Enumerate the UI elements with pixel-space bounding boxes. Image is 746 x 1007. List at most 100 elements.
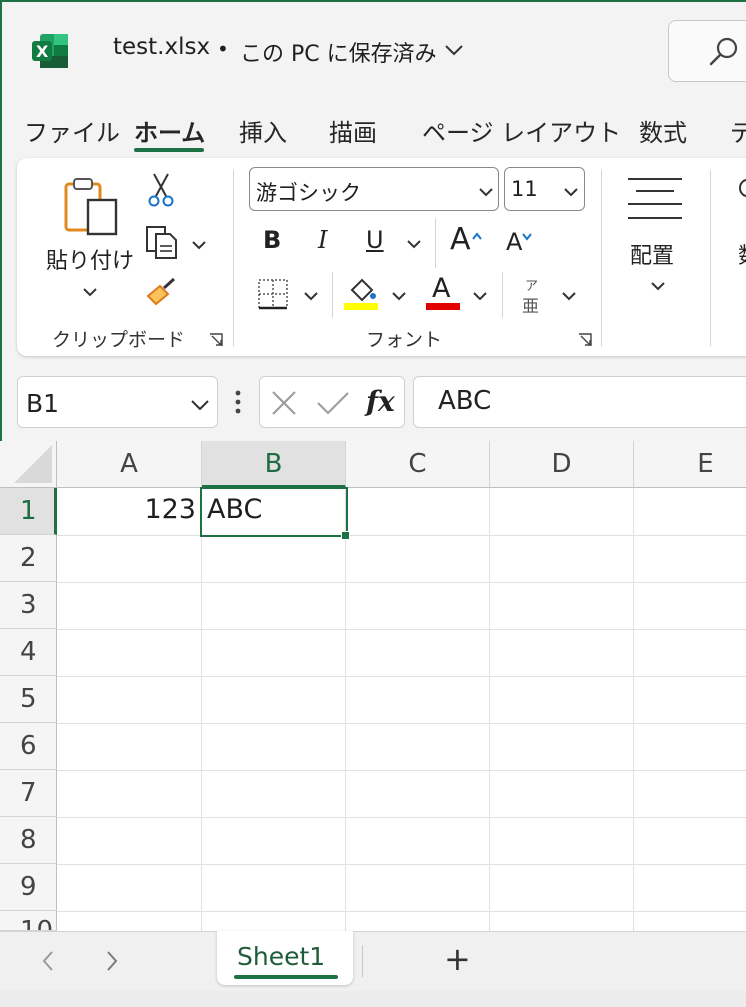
column-header-d[interactable]: D: [490, 441, 634, 488]
font-separator: [502, 272, 503, 318]
gridline: [57, 629, 746, 630]
column-header-c[interactable]: C: [346, 441, 490, 488]
row-header-9[interactable]: 9: [0, 864, 57, 911]
next-group-partial[interactable]: 数: [738, 238, 746, 270]
file-name[interactable]: test.xlsx: [113, 34, 210, 60]
save-location[interactable]: この PC に保存済み: [240, 36, 437, 68]
tab-draw[interactable]: 描画: [329, 113, 377, 148]
column-header-e[interactable]: E: [634, 441, 746, 488]
select-all-corner[interactable]: [0, 441, 57, 488]
alignment-button[interactable]: 配置: [630, 238, 674, 270]
clipboard-dialog-launcher-icon[interactable]: [208, 332, 224, 348]
name-box-value: B1: [26, 389, 60, 418]
fill-color-chevron-down-icon[interactable]: [391, 288, 407, 301]
tab-file[interactable]: ファイル: [24, 113, 120, 148]
row-header-8[interactable]: 8: [0, 817, 57, 864]
row-header-4[interactable]: 4: [0, 629, 57, 676]
underline-chevron-down-icon[interactable]: [406, 236, 422, 249]
tab-data-partial[interactable]: デ: [730, 113, 746, 148]
window-frame-top: [0, 0, 746, 2]
font-size-value: 11: [511, 177, 538, 201]
gridline: [57, 817, 746, 818]
row-header-3[interactable]: 3: [0, 582, 57, 629]
font-dialog-launcher-icon[interactable]: [577, 332, 593, 348]
format-painter-icon[interactable]: [144, 276, 180, 308]
font-color-bar: [426, 303, 460, 310]
tab-formulas[interactable]: 数式: [639, 113, 687, 148]
tab-insert[interactable]: 挿入: [239, 113, 287, 148]
more-options-icon[interactable]: [233, 389, 243, 415]
cancel-icon[interactable]: [270, 389, 298, 417]
grow-arrow-icon: [471, 226, 483, 240]
chevron-down-icon: [563, 184, 579, 197]
formula-buttons: fx: [259, 376, 405, 428]
gridline: [57, 911, 746, 912]
gridline: [57, 770, 746, 771]
row-header-10[interactable]: 10: [0, 911, 57, 931]
column-header-a[interactable]: A: [57, 441, 202, 488]
paste-button[interactable]: 貼り付け: [46, 243, 134, 275]
row-header-5[interactable]: 5: [0, 676, 57, 723]
font-name-dropdown[interactable]: 游ゴシック: [249, 167, 499, 211]
gridline: [57, 864, 746, 865]
font-separator: [332, 272, 333, 318]
font-size-dropdown[interactable]: 11: [504, 167, 585, 211]
fill-color-bar: [344, 303, 378, 310]
align-lines-icon[interactable]: [626, 176, 684, 222]
cell-a1[interactable]: 123: [144, 494, 196, 525]
chevron-right-icon[interactable]: [104, 949, 120, 973]
ribbon-separator: [710, 170, 711, 346]
chevron-down-icon: [478, 184, 494, 197]
cut-scissors-icon[interactable]: [146, 172, 176, 208]
row-header-1[interactable]: 1: [0, 488, 57, 535]
cell-b1: ABC: [207, 494, 263, 525]
sheet-tab-sheet1[interactable]: Sheet1: [217, 931, 353, 985]
furigana-chevron-down-icon[interactable]: [561, 288, 577, 301]
copy-chevron-down-icon[interactable]: [190, 236, 208, 250]
paste-icon[interactable]: [62, 176, 120, 238]
furigana-bottom[interactable]: 亜: [522, 292, 539, 317]
gridline: [57, 723, 746, 724]
shrink-arrow-icon: [521, 227, 533, 241]
excel-app-icon[interactable]: X: [30, 32, 70, 70]
enter-check-icon[interactable]: [316, 389, 350, 417]
worksheet-grid[interactable]: [0, 441, 746, 931]
search-box[interactable]: [668, 20, 746, 82]
column-header-b[interactable]: B: [202, 441, 346, 488]
tab-page-layout[interactable]: ページ レイアウト: [422, 113, 621, 148]
alignment-chevron-down-icon[interactable]: [649, 277, 667, 291]
grow-font-button[interactable]: A: [450, 222, 471, 257]
ribbon-separator: [601, 170, 602, 346]
gridline: [201, 488, 202, 931]
chevron-down-icon[interactable]: [444, 42, 464, 56]
chevron-down-icon[interactable]: [190, 397, 210, 411]
ribbon-separator: [233, 170, 234, 346]
formula-input[interactable]: ABC: [413, 376, 746, 428]
row-header-2[interactable]: 2: [0, 535, 57, 582]
fill-handle[interactable]: [341, 531, 350, 540]
borders-chevron-down-icon[interactable]: [303, 288, 319, 301]
add-sheet-button[interactable]: +: [444, 940, 471, 978]
sheet-separator: [362, 945, 363, 977]
underline-button[interactable]: U: [366, 226, 384, 254]
paste-chevron-down-icon[interactable]: [81, 283, 99, 297]
shrink-font-button[interactable]: A: [506, 228, 522, 256]
copy-icon[interactable]: [144, 224, 180, 260]
active-tab-indicator: [134, 148, 204, 152]
borders-icon[interactable]: [256, 277, 290, 311]
name-box[interactable]: B1: [17, 376, 218, 428]
font-group-label: フォント: [366, 329, 443, 351]
search-icon: [707, 35, 741, 69]
row-header-7[interactable]: 7: [0, 770, 57, 817]
row-header-6[interactable]: 6: [0, 723, 57, 770]
chevron-left-icon[interactable]: [40, 949, 56, 973]
font-color-chevron-down-icon[interactable]: [472, 288, 488, 301]
number-format-icon[interactable]: [738, 176, 746, 200]
title-bullet: •: [217, 37, 229, 61]
font-color-button[interactable]: A: [432, 273, 450, 304]
italic-button[interactable]: I: [318, 226, 327, 254]
insert-function-button[interactable]: fx: [366, 385, 395, 418]
bold-button[interactable]: B: [263, 226, 281, 254]
gridline: [345, 488, 346, 931]
tab-home[interactable]: ホーム: [134, 113, 205, 148]
